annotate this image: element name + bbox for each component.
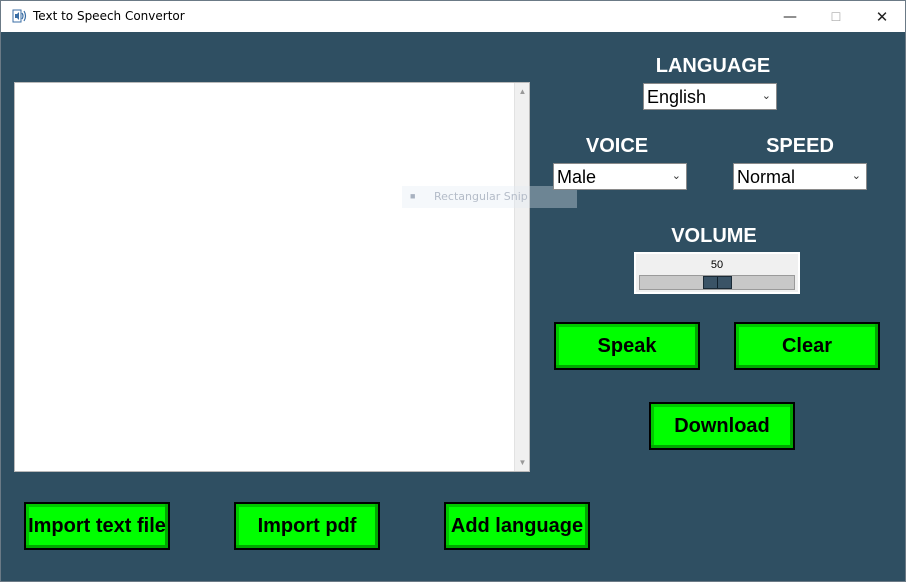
speed-select[interactable]: Normal ⌄ bbox=[733, 163, 867, 190]
close-button[interactable]: ✕ bbox=[859, 1, 905, 32]
speak-button[interactable]: Speak bbox=[554, 322, 700, 370]
volume-value: 50 bbox=[710, 259, 724, 271]
language-select-value: English bbox=[647, 87, 707, 107]
download-button[interactable]: Download bbox=[649, 402, 795, 450]
clear-button[interactable]: Clear bbox=[734, 322, 880, 370]
scroll-up-icon[interactable]: ▲ bbox=[515, 87, 530, 96]
voice-label: VOICE bbox=[585, 135, 649, 157]
import-text-file-button[interactable]: Import text file bbox=[24, 502, 170, 550]
window-title: Text to Speech Convertor bbox=[33, 9, 185, 23]
voice-select[interactable]: Male ⌄ bbox=[553, 163, 687, 190]
chevron-down-icon: ⌄ bbox=[761, 89, 771, 102]
volume-label: VOLUME bbox=[671, 225, 757, 247]
language-select[interactable]: English ⌄ bbox=[643, 83, 777, 110]
language-label: LANGUAGE bbox=[655, 55, 771, 77]
scroll-down-icon[interactable]: ▼ bbox=[515, 458, 530, 467]
title-bar[interactable]: Text to Speech Convertor — ☐ ✕ bbox=[1, 1, 905, 32]
volume-slider-handle[interactable] bbox=[703, 276, 732, 289]
vertical-scrollbar[interactable]: ▲ ▼ bbox=[514, 83, 529, 471]
snip-overlay-text: Rectangular Snip bbox=[434, 190, 528, 203]
maximize-button[interactable]: ☐ bbox=[813, 1, 859, 32]
chevron-down-icon: ⌄ bbox=[851, 169, 861, 182]
app-window: Text to Speech Convertor — ☐ ✕ ▲ ▼ ■ Rec… bbox=[0, 0, 906, 582]
scissors-icon: ■ bbox=[410, 191, 416, 201]
speaker-icon bbox=[12, 9, 27, 23]
minimize-button[interactable]: — bbox=[767, 1, 813, 32]
voice-select-value: Male bbox=[557, 167, 597, 187]
text-input-area[interactable]: ▲ ▼ bbox=[14, 82, 530, 472]
import-pdf-button[interactable]: Import pdf bbox=[234, 502, 380, 550]
speed-label: SPEED bbox=[766, 135, 834, 157]
volume-slider[interactable]: 50 bbox=[634, 252, 800, 294]
chevron-down-icon: ⌄ bbox=[671, 169, 681, 182]
volume-trough[interactable] bbox=[639, 275, 795, 290]
speed-select-value: Normal bbox=[737, 167, 796, 187]
snip-overlay: ■ Rectangular Snip bbox=[402, 186, 577, 208]
add-language-button[interactable]: Add language bbox=[444, 502, 590, 550]
